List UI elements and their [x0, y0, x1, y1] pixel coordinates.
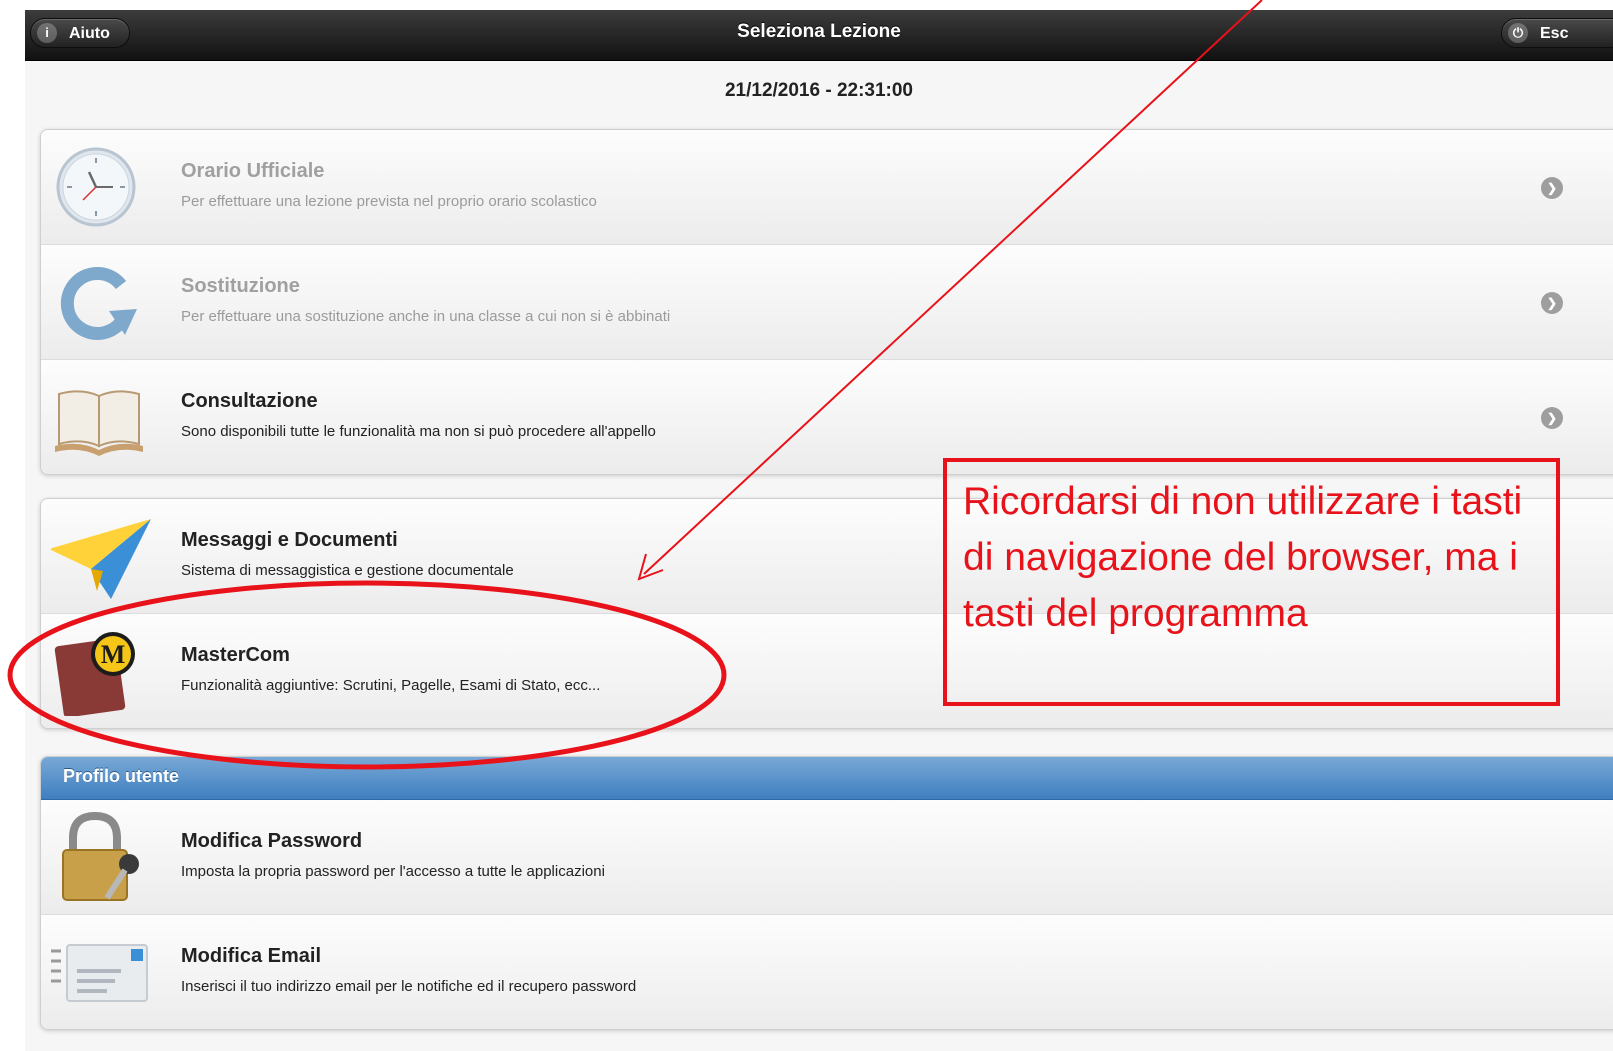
item-label: Sostituzione	[181, 275, 300, 297]
item-label: Consultazione	[181, 390, 318, 412]
list-item-modifica-password[interactable]: Modifica Password Imposta la propria pas…	[41, 800, 1613, 915]
page-title: Seleziona Lezione	[737, 21, 901, 42]
item-label: Messaggi e Documenti	[181, 529, 398, 551]
exit-button-label: Esc	[1540, 25, 1569, 42]
list-item-sostituzione[interactable]: Sostituzione Per effettuare una sostituz…	[41, 245, 1613, 360]
item-description: Per effettuare una lezione prevista nel …	[181, 193, 597, 210]
item-label: Orario Ufficiale	[181, 160, 325, 182]
svg-text:M: M	[101, 640, 126, 669]
power-icon: ⏻	[1508, 23, 1528, 43]
lesson-list: Orario Ufficiale Per effettuare una lezi…	[40, 129, 1613, 475]
item-description: Per effettuare una sostituzione anche in…	[181, 308, 671, 325]
item-label: MasterCom	[181, 644, 290, 666]
item-label: Modifica Password	[181, 830, 363, 852]
chevron-right-icon: ❯	[1541, 177, 1563, 199]
chevron-right-icon: ❯	[1541, 292, 1563, 314]
chevron-right-icon: ❯	[1541, 407, 1563, 429]
refresh-icon	[60, 266, 137, 340]
padlock-icon	[62, 812, 139, 901]
mastercom-logo-icon: M	[54, 632, 135, 716]
item-description: Sono disponibili tutte le funzionalità m…	[181, 423, 656, 440]
profile-divider: Profilo utente	[41, 757, 1613, 800]
current-datetime: 21/12/2016 - 22:31:00	[724, 80, 914, 101]
list-item-modifica-email[interactable]: Modifica Email Inserisci il tuo indirizz…	[41, 915, 1613, 1029]
list-item-consultazione[interactable]: Consultazione Sono disponibili tutte le …	[41, 360, 1613, 474]
annotation-note: Ricordarsi di non utilizzare i tasti di …	[943, 458, 1560, 706]
header-bar: i Aiuto Seleziona Lezione ⏻ Esc	[25, 10, 1613, 61]
item-label: Modifica Email	[181, 945, 322, 967]
list-item-orario-ufficiale[interactable]: Orario Ufficiale Per effettuare una lezi…	[41, 130, 1613, 245]
email-icon	[51, 944, 148, 1002]
clock-icon	[56, 147, 136, 227]
item-description: Sistema di messaggistica e gestione docu…	[181, 562, 514, 579]
profile-list: Profilo utente Modifica Password Imposta…	[40, 756, 1613, 1030]
paper-plane-icon	[51, 519, 151, 599]
item-description: Imposta la propria password per l'access…	[181, 863, 605, 880]
book-icon	[55, 390, 143, 456]
item-description: Inserisci il tuo indirizzo email per le …	[181, 978, 637, 995]
exit-button[interactable]: ⏻ Esc	[1501, 18, 1613, 48]
item-description: Funzionalità aggiuntive: Scrutini, Pagel…	[181, 677, 601, 694]
